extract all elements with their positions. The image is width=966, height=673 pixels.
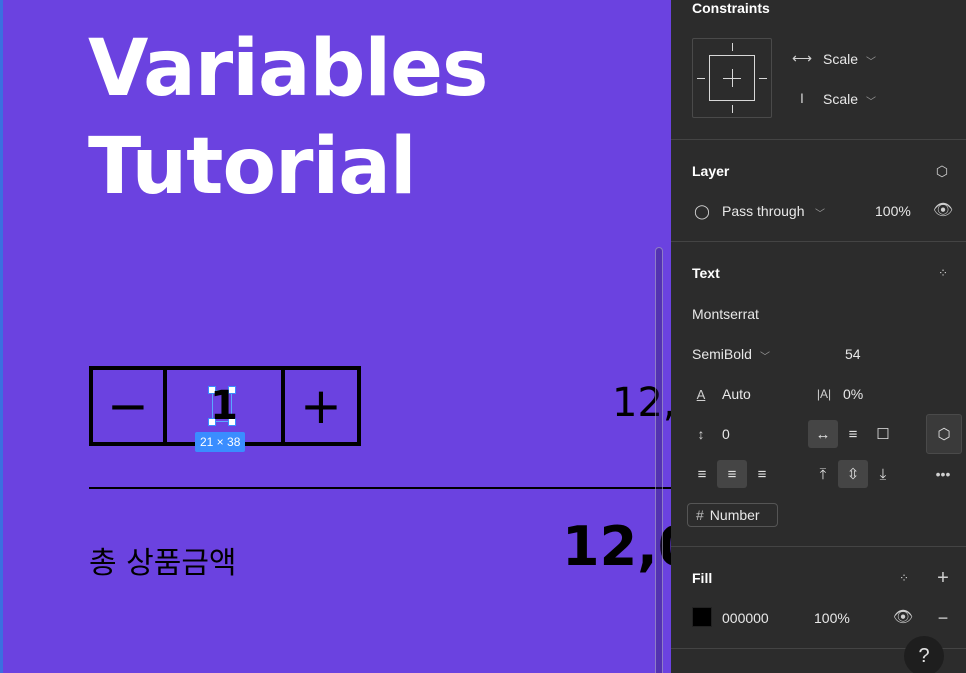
auto-width-toggle[interactable]: ↔ [808,420,838,448]
variable-chip-label: Number [709,507,760,523]
blend-mode-icon: ◯ [694,203,710,219]
divider-line [89,487,671,489]
horizontal-constraint-select[interactable]: Scale [823,51,858,67]
component-icon[interactable]: ⬡ [933,162,951,180]
constraints-section: Constraints ⟷ Scale ﹀ I Scale ﹀ [671,0,966,140]
line-height-input[interactable]: Auto [722,386,751,402]
fill-styles-icon[interactable]: ⁘ [896,570,912,586]
line-height-icon: A [696,386,706,402]
minus-icon: − [107,377,149,435]
text-title: Text [692,265,720,281]
text-section: Text ⁘ Montserrat SemiBold ﹀ 54 A Auto |… [671,242,966,547]
font-size-input[interactable]: 54 [845,346,861,362]
align-middle-toggle[interactable]: ⇳ [838,460,868,488]
chevron-down-icon: ﹀ [866,97,876,108]
title-line-1[interactable]: Variables [88,30,488,108]
fill-section: Fill ⁘ + 000000 100% 👁 − [671,547,966,649]
blend-mode-select[interactable]: Pass through [722,203,805,219]
chevron-down-icon: ﹀ [815,209,825,220]
constraint-bottom[interactable] [732,105,733,113]
align-center-toggle[interactable]: ≡ [717,460,747,488]
constraint-top[interactable] [732,43,733,51]
font-family-select[interactable]: Montserrat [692,306,759,322]
chevron-down-icon: ﹀ [866,57,876,68]
selection-size-badge: 21 × 38 [195,432,246,452]
quantity-text[interactable]: 1 [210,386,238,426]
fill-title: Fill [692,570,713,586]
design-canvas[interactable]: Variables Tutorial − 1 + 21 × 38 12,0 총 … [0,0,671,673]
horizontal-constraint-icon: ⟷ [791,50,813,66]
hash-icon: # [696,507,704,523]
align-left-toggle[interactable]: ≡ [687,460,717,488]
fixed-size-toggle[interactable]: ☐ [868,420,898,448]
vertical-constraint-select[interactable]: Scale [823,91,858,107]
layer-title: Layer [692,163,730,179]
font-weight-select[interactable]: SemiBold [692,346,752,362]
component-property-button[interactable]: ⬡ [926,414,962,454]
letter-spacing-input[interactable]: 0% [843,386,863,402]
align-bottom-toggle[interactable]: ⤓ [868,460,898,488]
paragraph-spacing-input[interactable]: 0 [722,426,730,442]
auto-height-toggle[interactable]: ≡ [838,420,868,448]
constraint-center-v[interactable] [732,69,733,87]
fill-color-swatch[interactable] [692,607,712,627]
total-label[interactable]: 총 상품금액 [89,538,237,582]
chevron-down-icon: ﹀ [760,352,770,363]
add-fill-icon[interactable]: + [933,568,953,588]
constraints-title: Constraints [692,0,770,16]
canvas-edge [0,0,3,673]
align-right-toggle[interactable]: ≡ [747,460,777,488]
canvas-scrollbar[interactable] [655,247,663,673]
letter-spacing-icon: |A| [816,387,832,401]
constraint-left[interactable] [697,78,705,79]
constraint-widget[interactable] [692,38,772,118]
properties-panel: Constraints ⟷ Scale ﹀ I Scale ﹀ Layer ⬡ … [671,0,966,673]
eye-icon[interactable]: 👁 [933,202,953,220]
eye-icon[interactable]: 👁 [893,609,913,627]
plus-button[interactable]: + [285,370,357,442]
paragraph-spacing-icon: ↕ [697,426,705,442]
title-line-2[interactable]: Tutorial [88,128,417,206]
help-button[interactable]: ? [904,636,944,673]
plus-icon: + [300,377,342,435]
fill-hex-input[interactable]: 000000 [722,610,769,626]
fill-opacity-input[interactable]: 100% [814,610,850,626]
layer-opacity-input[interactable]: 100% [875,203,911,219]
align-top-toggle[interactable]: ⤒ [808,460,838,488]
constraint-right[interactable] [759,78,767,79]
text-styles-icon[interactable]: ⁘ [935,265,951,281]
layer-section: Layer ⬡ ◯ Pass through ﹀ 100% 👁 [671,140,966,242]
remove-fill-icon[interactable]: − [933,609,953,627]
more-options-icon[interactable]: ••• [932,467,954,481]
minus-button[interactable]: − [93,370,167,442]
variable-chip[interactable]: # Number [687,503,778,527]
vertical-constraint-icon: I [800,90,804,106]
